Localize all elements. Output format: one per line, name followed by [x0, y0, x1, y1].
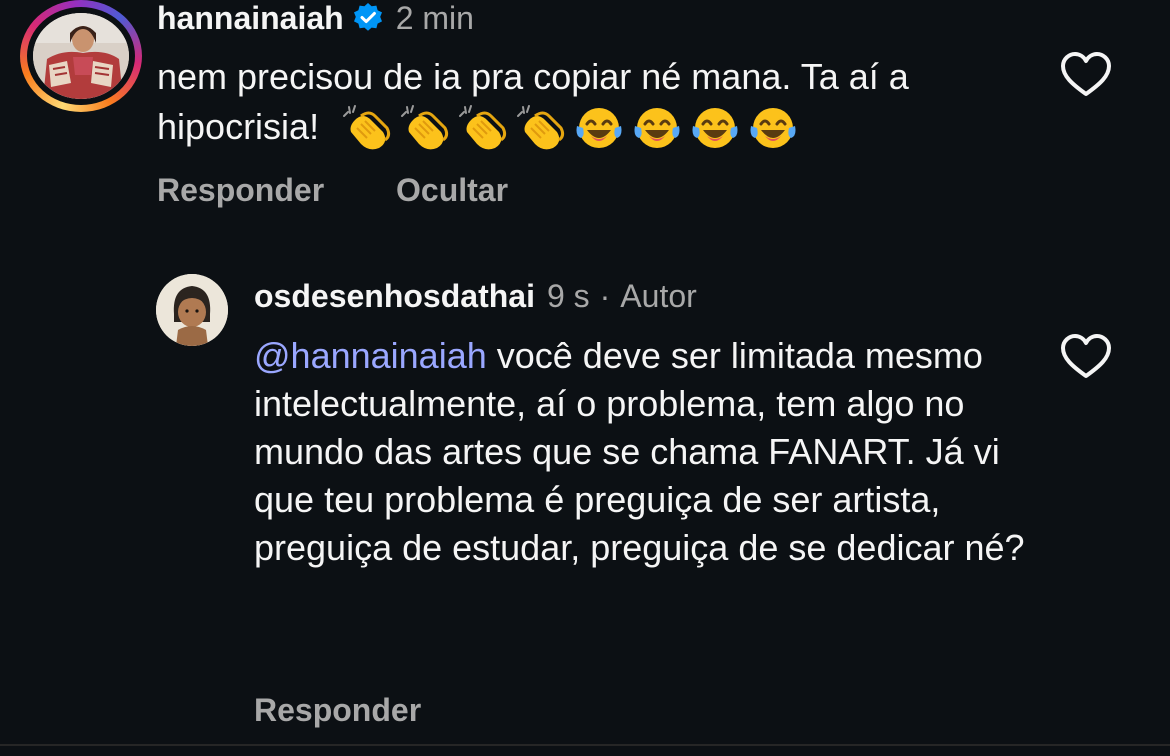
author-label: Autor [620, 277, 697, 314]
comment-body: nem precisou de ia pra copiar né mana. T… [157, 52, 1017, 152]
tears-of-joy-emoji-icon [576, 108, 622, 148]
tears-of-joy-emoji-icon [634, 108, 680, 148]
avatar[interactable] [156, 274, 228, 346]
comment-body: @hannainaiah você deve ser limitada mesm… [254, 332, 1044, 572]
reply-button[interactable]: Responder [157, 172, 324, 209]
separator-dot: · [599, 277, 611, 314]
mention-link[interactable]: @hannainaiah [254, 335, 487, 376]
tears-of-joy-emoji-icon [750, 108, 796, 148]
clapping-hands-emoji-icon [459, 105, 507, 150]
comment-header: hannainaiah 2 min [157, 0, 474, 36]
divider [0, 744, 1170, 756]
comments-thread: hannainaiah 2 min nem precisou de ia pra… [0, 0, 1170, 756]
avatar-photo [33, 13, 129, 99]
like-heart-icon[interactable] [1060, 334, 1112, 380]
story-ring-avatar-hannainaiah[interactable] [20, 0, 142, 112]
verified-badge-icon [352, 2, 384, 34]
username[interactable]: hannainaiah [157, 0, 344, 37]
comment-timestamp: 2 min [395, 0, 474, 36]
comment-header: osdesenhosdathai 9 s · Autor [254, 276, 697, 316]
hide-button[interactable]: Ocultar [396, 172, 508, 209]
avatar [33, 13, 129, 99]
emoji-row [341, 102, 799, 152]
avatar-illustration [156, 274, 228, 346]
tears-of-joy-emoji-icon [692, 108, 738, 148]
username[interactable]: osdesenhosdathai [254, 278, 535, 315]
like-heart-icon[interactable] [1060, 52, 1112, 98]
clapping-hands-emoji-icon [517, 105, 565, 150]
comment-timestamp: 9 s [546, 277, 590, 314]
clapping-hands-emoji-icon [401, 105, 449, 150]
reply-button[interactable]: Responder [254, 692, 421, 729]
clapping-hands-emoji-icon [343, 105, 391, 150]
